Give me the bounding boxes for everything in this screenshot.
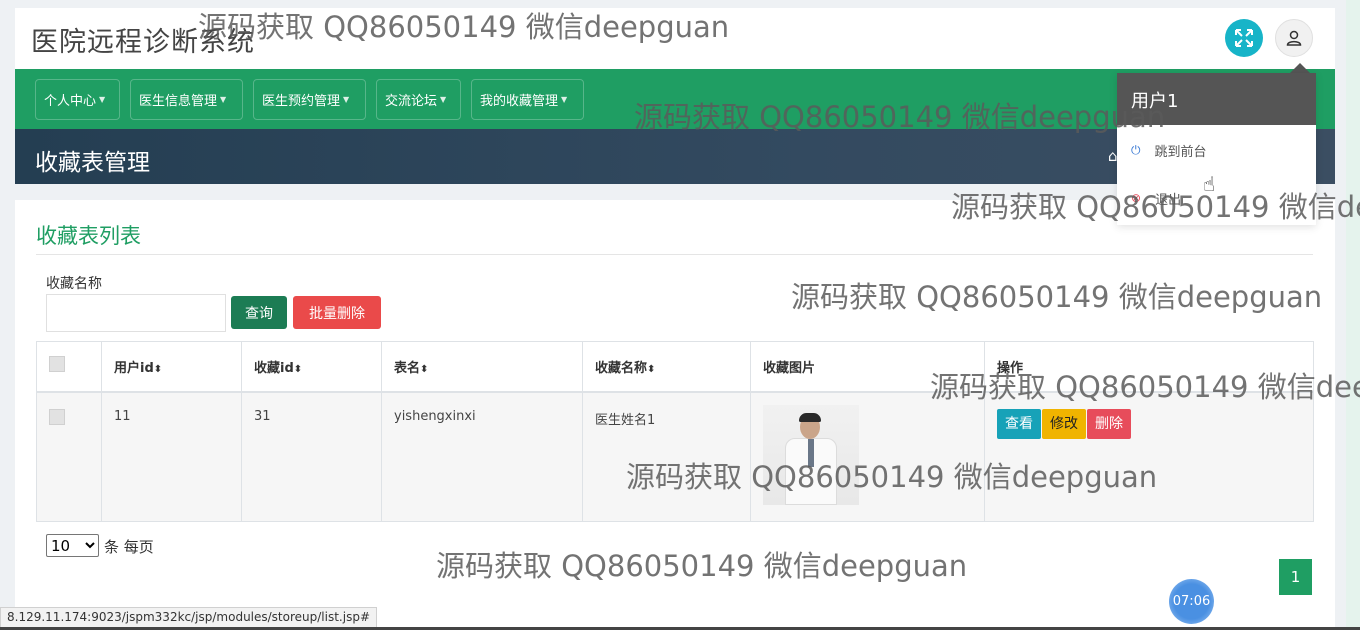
select-all-cell [36,341,102,392]
view-button[interactable]: 查看 [997,408,1041,439]
nav-item-my-favorites[interactable]: 我的收藏管理 ▼ [471,79,584,120]
nav-item-label: 交流论坛 [385,94,438,109]
column-header: 操作 [984,341,1314,392]
list-card: 收藏表列表 收藏名称 查询 批量删除 用户id⬍ 收藏id⬍ 表名⬍ 收藏名称⬍… [15,200,1335,630]
column-header[interactable]: 表名⬍ [381,341,583,392]
caret-down-icon: ▼ [220,95,227,104]
dropdown-item-logout[interactable]: ⊗ 退出 [1117,178,1316,218]
select-all-checkbox[interactable] [49,356,65,373]
logout-icon: ⊗ [1131,191,1142,205]
nav-item-label: 个人中心 [44,94,97,109]
caret-down-icon: ▼ [561,95,568,104]
nav-item-label: 我的收藏管理 [480,94,559,109]
sort-icon: ⬍ [420,363,429,375]
caret-down-icon: ▼ [99,95,106,104]
doctor-thumbnail-image [763,404,859,505]
nav-item-label: 医生信息管理 [139,94,218,109]
search-label: 收藏名称 [46,276,102,292]
nav-item-doctor-info[interactable]: 医生信息管理 ▼ [130,79,243,120]
row-select-cell [36,391,102,522]
table-row: 11 31 yishengxinxi 医生姓名1 查看 修改 删除 [36,391,1314,522]
nav-item-personal-center[interactable]: 个人中心 ▼ [35,79,120,120]
status-bar-url: 8.129.11.174:9023/jspm332kc/jsp/modules/… [0,607,377,628]
cell-fav-name: 医生姓名1 [582,391,751,522]
clock-badge[interactable]: 07:06 [1169,579,1214,624]
app-title: 医院远程诊断系统 [31,27,255,58]
mouse-cursor-icon: ☝ [1203,172,1216,196]
batch-delete-button[interactable]: 批量删除 [293,296,381,329]
page-scrollbar[interactable] [1346,0,1360,630]
caret-down-icon: ▼ [440,95,447,104]
image-part [808,438,814,467]
card-title: 收藏表列表 [36,224,141,248]
user-icon [1286,30,1302,46]
fullscreen-button[interactable] [1225,19,1263,57]
nav-item-doctor-appointment[interactable]: 医生预约管理 ▼ [253,79,366,120]
query-button[interactable]: 查询 [231,296,287,329]
favorites-table: 用户id⬍ 收藏id⬍ 表名⬍ 收藏名称⬍ 收藏图片 操作 11 31 yish… [36,341,1314,522]
column-header[interactable]: 收藏名称⬍ [582,341,751,392]
user-menu-button[interactable] [1275,19,1313,57]
cell-user-id: 11 [101,391,242,522]
cell-actions: 查看 修改 删除 [984,391,1314,522]
sort-icon: ⬍ [153,363,163,375]
column-header: 收藏图片 [750,341,985,392]
search-input[interactable] [46,294,226,332]
cell-fav-image [750,391,985,522]
pagination-page-1[interactable]: 1 [1279,559,1312,595]
column-header[interactable]: 用户id⬍ [101,341,242,392]
page-size-select[interactable]: 10 [46,534,99,557]
sort-icon: ⬍ [293,363,303,375]
sort-icon: ⬍ [647,363,656,375]
edit-button[interactable]: 修改 [1042,408,1086,439]
dropdown-item-label: 跳到前台 [1154,144,1207,160]
page-title: 收藏表管理 [35,150,150,176]
expand-arrows-icon [1235,29,1253,47]
row-checkbox[interactable] [49,408,65,425]
dropdown-username: 用户1 [1117,73,1316,125]
cell-fav-id: 31 [241,391,382,522]
power-icon: ⏻ [1131,142,1141,157]
cell-table-name: yishengxinxi [381,391,583,522]
user-dropdown-menu: 用户1 ⏻ 跳到前台 ⊗ 退出 [1117,73,1316,225]
column-header[interactable]: 收藏id⬍ [241,341,382,392]
delete-button[interactable]: 删除 [1087,408,1131,439]
caret-down-icon: ▼ [343,95,350,104]
image-part [799,412,821,422]
dropdown-item-goto-frontend[interactable]: ⏻ 跳到前台 [1117,130,1316,170]
nav-item-label: 医生预约管理 [262,94,341,109]
table-header-row: 用户id⬍ 收藏id⬍ 表名⬍ 收藏名称⬍ 收藏图片 操作 [36,341,1314,392]
dropdown-arrow [1290,63,1310,73]
page-size-label: 条 每页 [104,538,154,556]
dropdown-item-label: 退出 [1155,192,1182,208]
nav-item-forum[interactable]: 交流论坛 ▼ [376,79,461,120]
top-header: 医院远程诊断系统 [15,8,1335,69]
divider [36,254,1313,255]
